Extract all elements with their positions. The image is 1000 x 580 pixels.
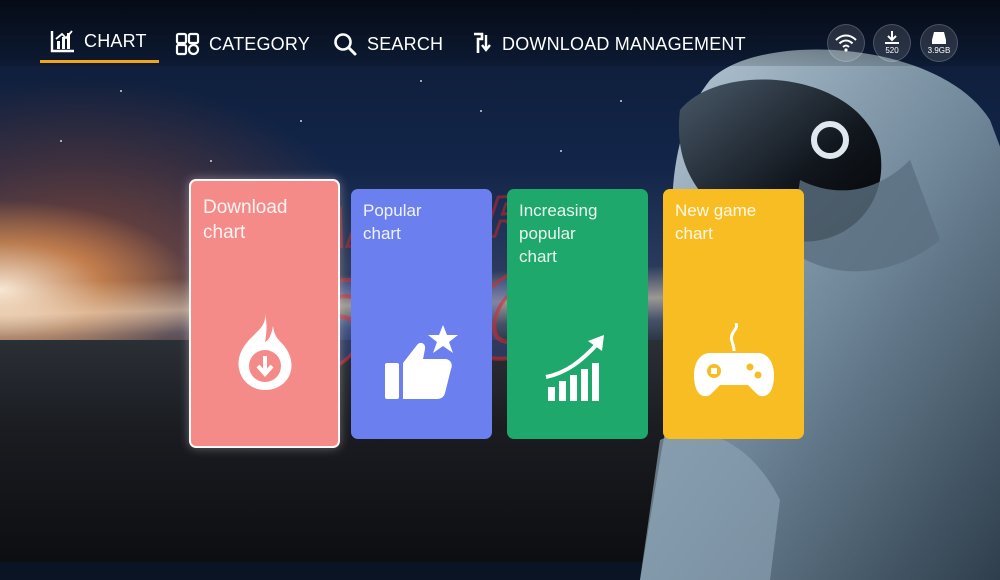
category-icon [175, 32, 200, 56]
storage-status-button[interactable]: 3.9GB [920, 24, 958, 62]
download-count: 520 [885, 46, 899, 55]
fire-download-icon [191, 312, 338, 392]
storage-size: 3.9GB [927, 46, 951, 55]
chart-icon [50, 30, 74, 53]
tab-chart-label: CHART [84, 30, 147, 51]
gamepad-icon [663, 323, 804, 403]
card-title: Download chart [203, 197, 288, 243]
download-arrow-icon [885, 31, 899, 44]
download-chart-card[interactable]: Download chart [189, 179, 340, 448]
tab-search[interactable]: SEARCH [333, 28, 443, 60]
tab-search-label: SEARCH [367, 33, 444, 54]
tab-download-management[interactable]: DOWNLOAD MANAGEMENT [468, 28, 746, 60]
storage-drive-icon [932, 32, 946, 44]
top-navigation-bar: CHART CATEGORY SEARCH DOWNLOAD MANAGEMEN… [0, 0, 1000, 66]
tab-category-label: CATEGORY [209, 33, 310, 54]
card-title: New game chart [675, 201, 757, 243]
downloads-status-button[interactable]: 520 [873, 24, 911, 62]
thumbs-up-star-icon [351, 323, 492, 403]
new-game-chart-card[interactable]: New game chart [663, 189, 804, 439]
rising-bars-icon [507, 333, 648, 403]
download-management-icon [474, 32, 491, 53]
wifi-icon [835, 34, 857, 52]
card-title: Popular chart [363, 201, 422, 243]
popular-chart-card[interactable]: Popular chart [351, 189, 492, 439]
tab-category[interactable]: CATEGORY [175, 28, 310, 60]
card-title: Increasing popular chart [519, 201, 598, 266]
search-icon [334, 33, 357, 56]
wifi-status-button[interactable] [827, 24, 865, 62]
increasing-popular-chart-card[interactable]: Increasing popular chart [507, 189, 648, 439]
tab-chart[interactable]: CHART [40, 28, 159, 63]
tab-download-management-label: DOWNLOAD MANAGEMENT [502, 33, 746, 54]
